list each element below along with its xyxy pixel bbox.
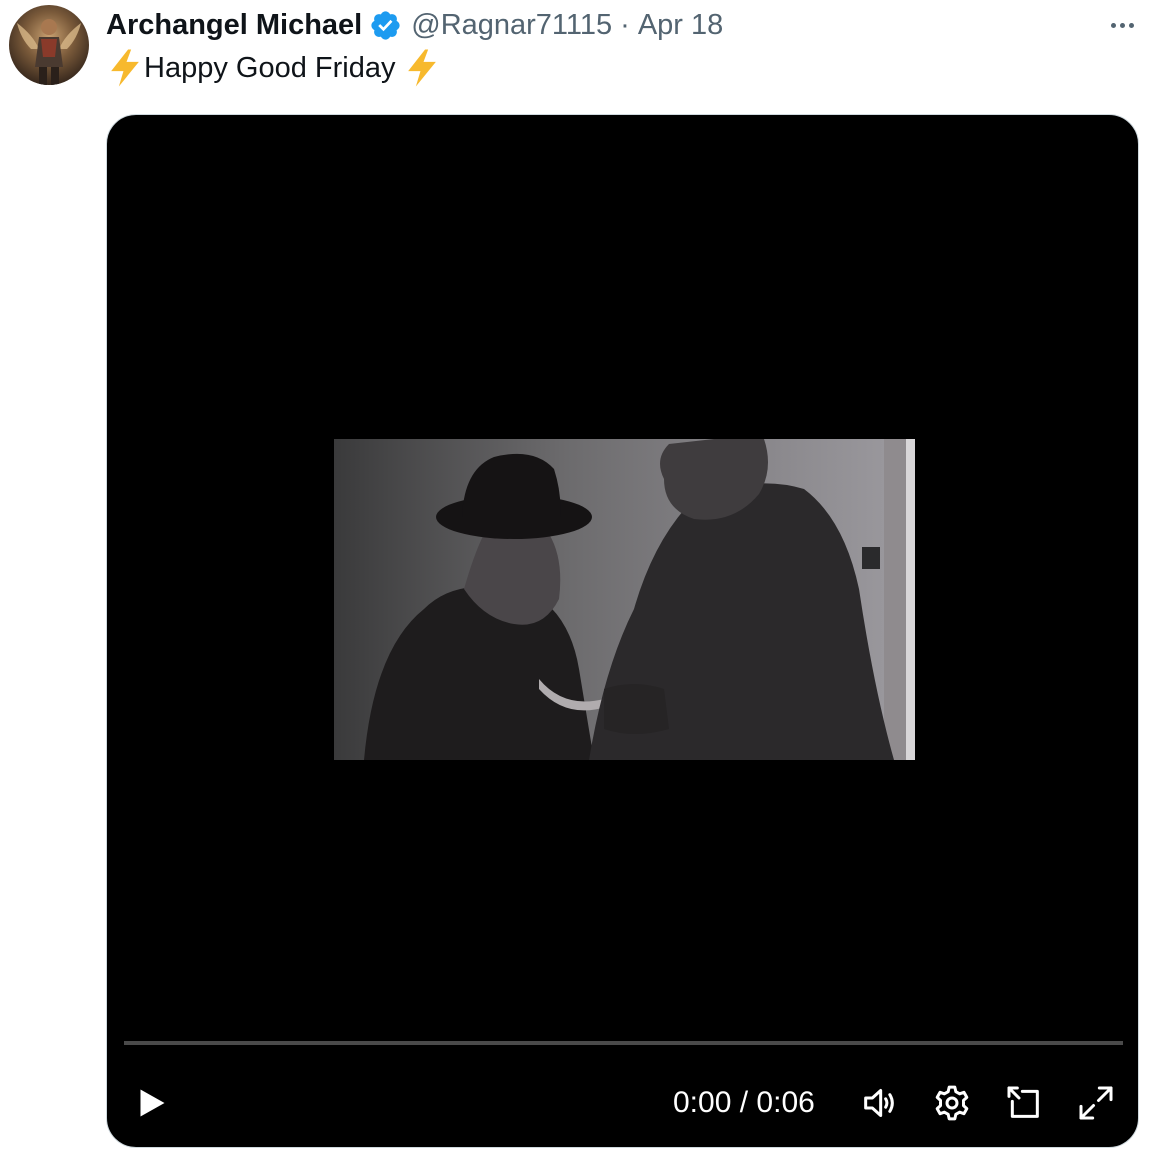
author-name[interactable]: Archangel Michael (106, 9, 362, 42)
play-icon[interactable] (133, 1085, 169, 1121)
video-progress-bar[interactable] (124, 1041, 1123, 1045)
time-separator: / (739, 1086, 749, 1119)
separator-dot: · (620, 8, 630, 41)
verified-badge-icon (369, 9, 402, 42)
duration: 0:06 (756, 1086, 815, 1119)
fullscreen-icon[interactable] (1076, 1083, 1116, 1123)
tweet-date[interactable]: Apr 18 (638, 9, 723, 42)
avatar[interactable] (9, 5, 89, 85)
current-time: 0:00 (673, 1086, 732, 1119)
video-time: 0:00 / 0:06 (673, 1083, 815, 1123)
pop-out-icon[interactable] (1004, 1083, 1044, 1123)
lightning-bolt-icon (106, 48, 144, 88)
video-frame[interactable] (334, 439, 915, 760)
volume-icon[interactable] (859, 1083, 899, 1123)
avatar-image (17, 19, 81, 85)
tweet-header: Archangel Michael @Ragnar71115 · Apr 18 (106, 4, 723, 46)
video-controls: 0:00 / 0:06 (107, 1071, 1138, 1135)
video-player[interactable]: 0:00 / 0:06 (106, 114, 1139, 1148)
more-options-icon[interactable] (1104, 10, 1140, 40)
tweet-body: Happy Good Friday (144, 51, 396, 84)
video-still (334, 439, 915, 760)
lightning-bolt-icon (403, 48, 441, 88)
settings-icon[interactable] (932, 1083, 972, 1123)
author-handle[interactable]: @Ragnar71115 (411, 9, 612, 42)
tweet: Archangel Michael @Ragnar71115 · Apr 18 … (0, 0, 1159, 1158)
tweet-text: Happy Good Friday (106, 48, 441, 88)
